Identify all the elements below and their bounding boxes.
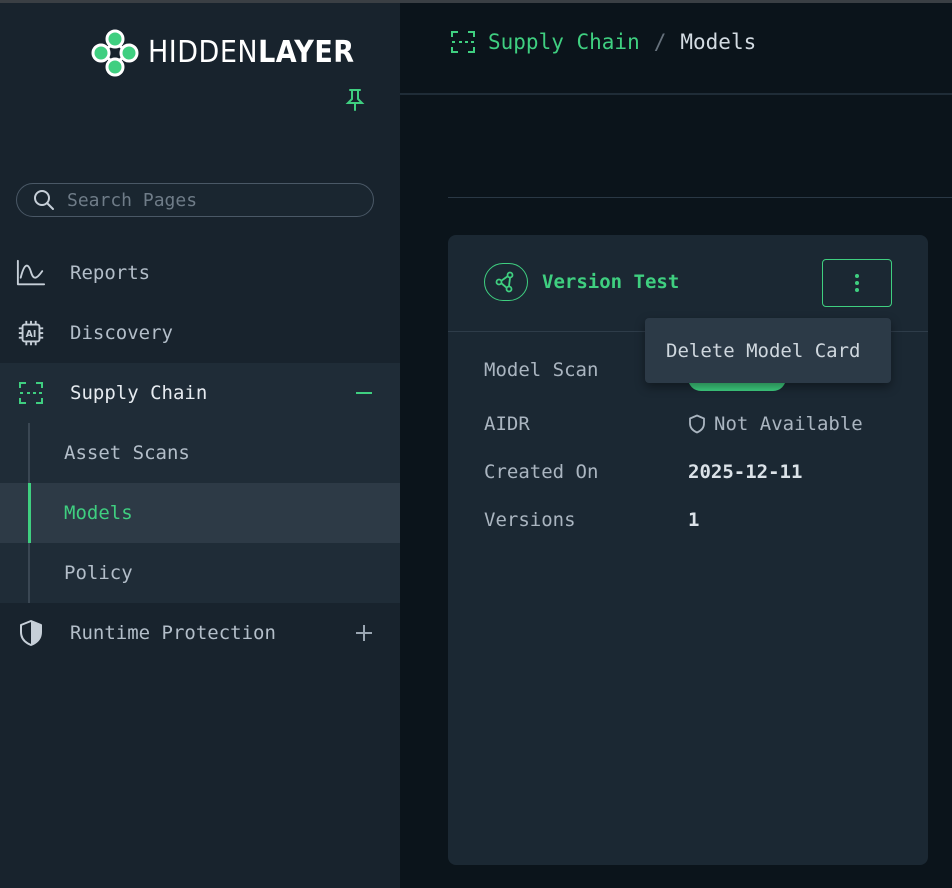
shield-outline-icon (689, 414, 705, 434)
versions-label: Versions (484, 509, 576, 531)
sidebar-item-label: Models (64, 502, 133, 524)
model-card-title[interactable]: Version Test (542, 271, 679, 293)
hiddenlayer-logo-icon (91, 29, 139, 77)
pin-sidebar-button[interactable] (344, 87, 366, 117)
scan-frame-icon (16, 379, 46, 407)
expand-icon[interactable] (352, 621, 376, 645)
versions-value: 1 (688, 509, 700, 531)
sidebar-item-models[interactable]: Models (0, 483, 400, 543)
sidebar-item-label: Reports (70, 262, 151, 284)
sidebar-item-reports[interactable]: Reports (0, 243, 400, 303)
ai-chip-icon: AI (16, 319, 46, 347)
aidr-value-text: Not Available (714, 413, 863, 435)
sidebar-item-asset-scans[interactable]: Asset Scans (0, 423, 400, 483)
breadcrumb-separator: / (653, 30, 667, 54)
model-card-options-menu: Delete Model Card (645, 318, 891, 383)
search-box[interactable] (16, 183, 374, 217)
aidr-value: Not Available (688, 413, 863, 435)
svg-text:AI: AI (26, 329, 37, 340)
sidebar-item-label: Supply Chain (70, 382, 208, 404)
search-input[interactable] (65, 188, 359, 212)
sidebar: HIDDENLAYER Reports AI Discovery (0, 3, 400, 888)
model-graph-icon (484, 263, 528, 301)
sidebar-item-policy[interactable]: Policy (0, 543, 400, 603)
sidebar-item-label: Asset Scans (64, 442, 190, 464)
search-icon (33, 189, 55, 211)
logo-text-light: HIDDEN (148, 35, 259, 70)
scan-frame-icon (450, 30, 476, 54)
sidebar-item-runtime-protection[interactable]: Runtime Protection (0, 603, 400, 663)
line-chart-icon (16, 259, 46, 287)
sidebar-item-discovery[interactable]: AI Discovery (0, 303, 400, 363)
logo-text-bold: LAYER (258, 35, 355, 70)
model-scan-label: Model Scan (484, 359, 599, 381)
sidebar-item-supply-chain[interactable]: Supply Chain (0, 363, 400, 423)
delete-model-card-menu-item[interactable]: Delete Model Card (666, 340, 860, 362)
sidebar-item-label: Runtime Protection (70, 622, 276, 644)
shield-icon (16, 619, 46, 647)
toolbar-divider (448, 197, 952, 198)
created-on-value: 2025-12-11 (688, 461, 803, 483)
sidebar-item-label: Policy (64, 562, 133, 584)
breadcrumb-supply-chain[interactable]: Supply Chain (488, 30, 640, 54)
pin-icon (345, 89, 365, 111)
logo-wordmark: HIDDENLAYER (148, 38, 355, 68)
more-options-button[interactable] (822, 259, 892, 307)
brand-logo[interactable]: HIDDENLAYER (90, 29, 355, 77)
created-on-label: Created On (484, 461, 599, 483)
header-divider (400, 93, 952, 95)
sidebar-item-label: Discovery (70, 322, 173, 344)
breadcrumb: Supply Chain / Models (450, 30, 756, 54)
breadcrumb-current: Models (680, 30, 757, 54)
aidr-label: AIDR (484, 413, 530, 435)
collapse-icon[interactable] (352, 381, 376, 405)
kebab-menu-icon (855, 274, 859, 292)
